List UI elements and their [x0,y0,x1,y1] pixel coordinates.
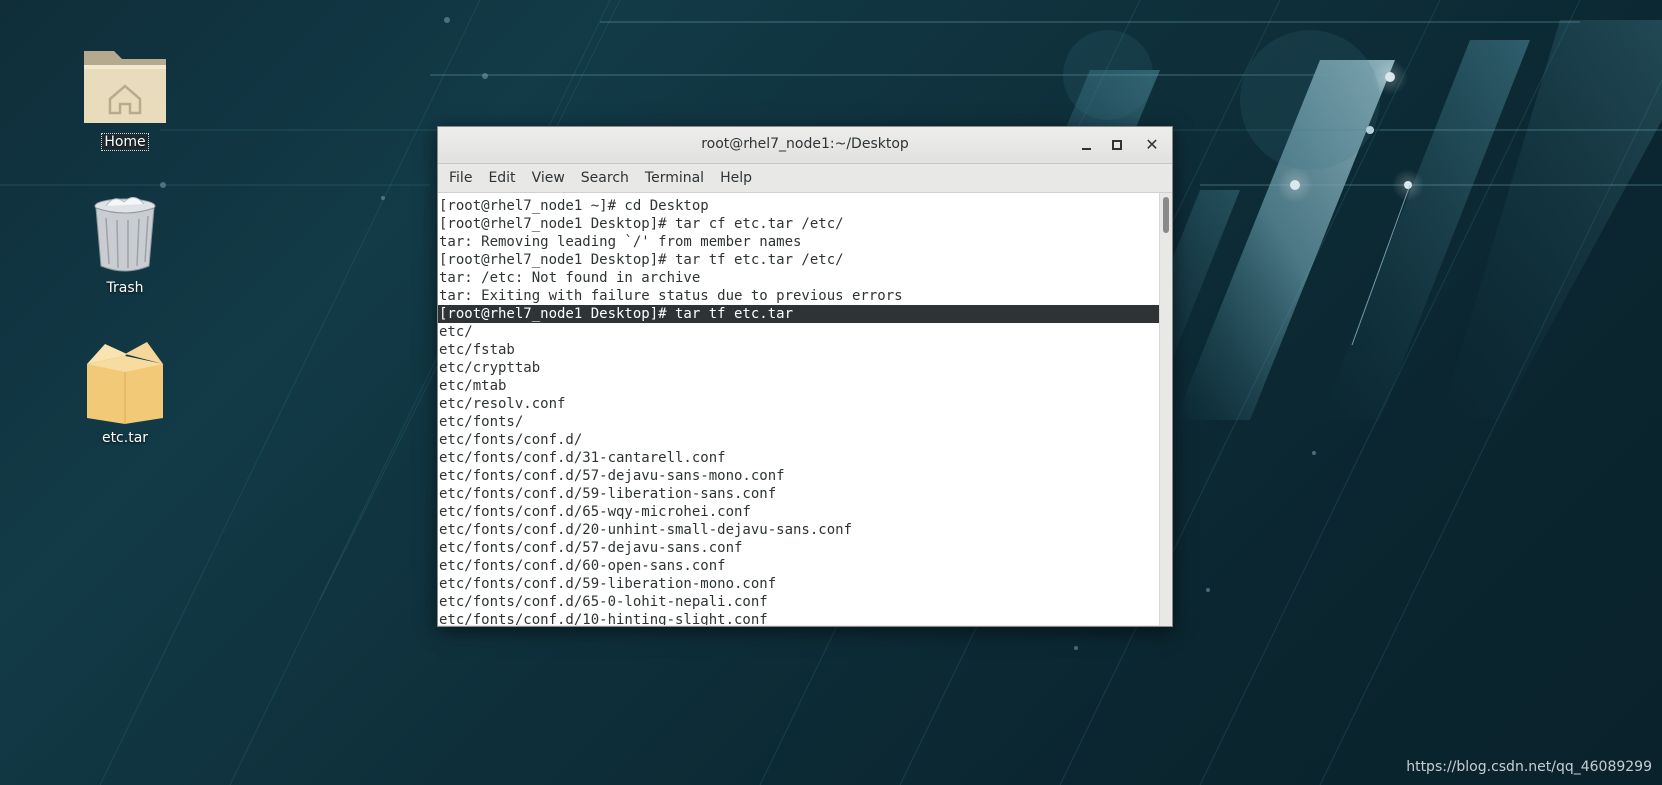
terminal-line: etc/fonts/conf.d/65-wqy-microhei.conf [439,504,751,520]
terminal-line: etc/fonts/conf.d/20-unhint-small-dejavu-… [439,522,853,538]
desktop-icon-etc-tar[interactable]: etc.tar [75,336,175,446]
maximize-button[interactable] [1105,133,1129,157]
menu-view[interactable]: View [524,170,573,186]
terminal-line: [root@rhel7_node1 Desktop]# tar tf etc.t… [438,305,1160,323]
terminal-line: etc/fonts/conf.d/57-dejavu-sans.conf [439,540,743,556]
window-title: root@rhel7_node1:~/Desktop [701,136,909,152]
vertical-scrollbar[interactable] [1159,193,1172,625]
terminal-line: etc/fonts/conf.d/10-hinting-slight.conf [439,612,768,625]
archive-box-icon [87,342,163,424]
terminal-line: tar: Removing leading `/' from member na… [439,234,802,250]
title-bar[interactable]: root@rhel7_node1:~/Desktop ✕ [438,127,1172,164]
menu-search[interactable]: Search [573,170,637,186]
terminal-line: etc/fonts/conf.d/31-cantarell.conf [439,450,726,466]
terminal-line: tar: /etc: Not found in archive [439,270,701,286]
watermark-url: https://blog.csdn.net/qq_46089299 [1406,759,1652,775]
desktop-icon-home[interactable]: Home [75,43,175,151]
menu-terminal[interactable]: Terminal [637,170,712,186]
menu-bar: File Edit View Search Terminal Help [438,164,1172,193]
terminal-line: [root@rhel7_node1 ~]# cd Desktop [439,198,709,214]
terminal-line: etc/fonts/conf.d/65-0-lohit-nepali.conf [439,594,768,610]
desktop-icon-trash[interactable]: Trash [75,196,175,296]
terminal-line: etc/fonts/ [439,414,524,430]
terminal-line: etc/fonts/conf.d/59-liberation-sans.conf [439,486,777,502]
menu-file[interactable]: File [441,170,480,186]
desktop-icon-label: Trash [106,280,144,296]
menu-edit[interactable]: Edit [480,170,523,186]
trash-icon [94,197,156,272]
terminal-line: etc/mtab [439,378,507,394]
terminal-line: etc/fonts/conf.d/57-dejavu-sans-mono.con… [439,468,785,484]
terminal-line: etc/ [439,324,473,340]
desktop-icon-label: Home [101,133,149,151]
terminal-line: tar: Exiting with failure status due to … [439,288,903,304]
terminal-line: etc/resolv.conf [439,396,566,412]
terminal-content: [root@rhel7_node1 ~]# cd Desktop [root@rh… [438,197,1160,625]
close-button[interactable]: ✕ [1140,133,1164,157]
terminal-line: etc/fonts/conf.d/ [439,432,583,448]
terminal-line: etc/fonts/conf.d/59-liberation-mono.conf [439,576,777,592]
menu-help[interactable]: Help [712,170,760,186]
minimize-icon [1081,148,1091,150]
home-folder-icon [84,51,166,123]
desktop-icon-label: etc.tar [101,430,149,446]
close-icon: ✕ [1145,135,1159,154]
terminal-line: [root@rhel7_node1 Desktop]# tar cf etc.t… [439,216,844,232]
terminal-line: etc/crypttab [439,360,541,376]
terminal-line: etc/fonts/conf.d/60-open-sans.conf [439,558,726,574]
scrollbar-thumb[interactable] [1163,197,1169,233]
desktop: Home Trash etc.tar root@rhel7_node1:~/De… [0,0,1662,785]
terminal-line: etc/fstab [439,342,515,358]
maximize-icon [1112,140,1122,150]
minimize-button[interactable] [1074,133,1098,157]
terminal-window[interactable]: root@rhel7_node1:~/Desktop ✕ File Edit V… [437,126,1173,627]
terminal-output-area[interactable]: [root@rhel7_node1 ~]# cd Desktop [root@rh… [438,193,1172,625]
terminal-line: [root@rhel7_node1 Desktop]# tar tf etc.t… [439,252,844,268]
